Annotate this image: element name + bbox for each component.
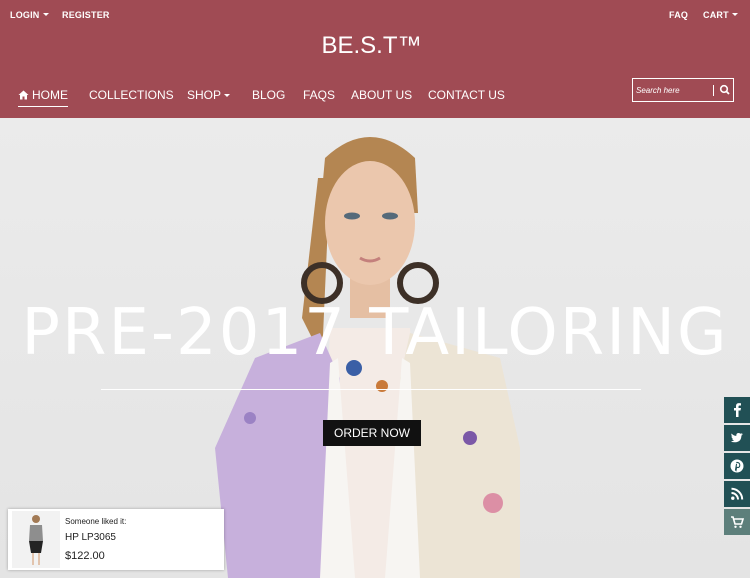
nav-contact[interactable]: CONTACT US — [428, 88, 505, 102]
nav-blog-label: BLOG — [252, 88, 286, 102]
twitter-link[interactable] — [724, 425, 750, 451]
cart-icon — [731, 516, 745, 528]
nav-contact-label: CONTACT US — [428, 88, 505, 102]
faq-link[interactable]: FAQ — [669, 10, 688, 20]
nav-about-label: ABOUT US — [351, 88, 413, 102]
hero-headline: PRE-2017 TAILORING — [21, 296, 729, 370]
home-icon — [18, 90, 29, 100]
rss-link[interactable] — [724, 481, 750, 507]
nav-faqs[interactable]: FAQS — [303, 88, 335, 102]
product-thumbnail — [12, 511, 60, 568]
facebook-icon — [734, 403, 741, 417]
chevron-down-icon — [224, 94, 231, 97]
search-input[interactable] — [636, 82, 708, 98]
hero-divider — [101, 389, 641, 390]
chevron-down-icon — [42, 13, 49, 16]
login-label: LOGIN — [10, 10, 40, 20]
popup-caption: Someone liked it: — [65, 517, 127, 526]
chevron-down-icon — [731, 13, 738, 16]
nav-collections[interactable]: COLLECTIONS — [89, 88, 174, 102]
nav-shop-label: SHOP — [187, 88, 222, 102]
facebook-link[interactable] — [724, 397, 750, 423]
pinterest-link[interactable] — [724, 453, 750, 479]
popup-product-name[interactable]: HP LP3065 — [65, 532, 116, 543]
pinterest-icon — [730, 459, 744, 473]
popup-price: $122.00 — [65, 550, 105, 562]
search-icon — [719, 84, 730, 95]
social-proof-popup[interactable]: Someone liked it: HP LP3065 $122.00 — [8, 509, 224, 570]
site-header: LOGIN REGISTER FAQ CART BE.S.T™ HOME COL… — [0, 0, 750, 118]
register-label: REGISTER — [62, 10, 110, 20]
cart-link[interactable] — [724, 509, 750, 535]
order-now-button[interactable]: ORDER NOW — [323, 420, 421, 446]
rss-icon — [731, 487, 744, 500]
search-button[interactable] — [717, 82, 733, 98]
faq-label: FAQ — [669, 10, 689, 20]
nav-collections-label: COLLECTIONS — [89, 88, 174, 102]
search-box — [632, 78, 734, 102]
cart-label: CART — [703, 10, 729, 20]
nav-blog[interactable]: BLOG — [252, 88, 285, 102]
nav-faqs-label: FAQS — [303, 88, 336, 102]
nav-about[interactable]: ABOUT US — [351, 88, 412, 102]
search-divider — [713, 85, 714, 96]
login-menu[interactable]: LOGIN — [10, 10, 49, 20]
register-link[interactable]: REGISTER — [62, 10, 110, 20]
nav-shop[interactable]: SHOP — [187, 88, 231, 102]
nav-home-label: HOME — [32, 88, 68, 102]
twitter-icon — [730, 433, 743, 443]
nav-home[interactable]: HOME — [18, 88, 68, 107]
cart-menu[interactable]: CART — [703, 10, 738, 20]
site-logo[interactable]: BE.S.T™ — [0, 32, 743, 60]
